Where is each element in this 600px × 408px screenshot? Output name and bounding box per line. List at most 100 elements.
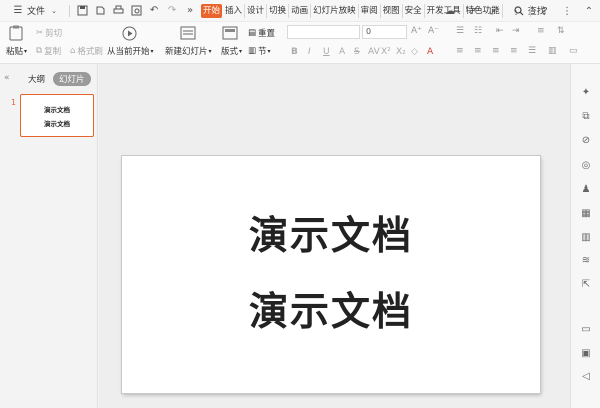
play-icon[interactable]	[121, 25, 137, 41]
tab-4[interactable]: 动画	[289, 3, 312, 18]
outdent-icon[interactable]: ⇤	[496, 26, 504, 36]
more-chevron-icon[interactable]: »	[184, 5, 196, 17]
tab-2[interactable]: 设计	[245, 3, 268, 18]
cut-label: 剪切	[45, 29, 63, 39]
file-menu-label: 文件	[27, 7, 46, 17]
tab-5[interactable]: 幻灯片放映	[311, 3, 359, 18]
layout-label: 版式	[221, 47, 239, 57]
indent-icon[interactable]: ⇥	[512, 26, 520, 36]
layout-button[interactable]: 版式 ▾	[221, 45, 242, 57]
tab-6[interactable]: 审阅	[359, 3, 381, 18]
tab-7[interactable]: 视图	[381, 3, 403, 18]
copy-icon[interactable]: ⧉	[580, 110, 592, 122]
slide-text-line-1[interactable]: 演示文档	[249, 214, 413, 259]
cut-button[interactable]: ✂ 剪切	[36, 27, 62, 39]
text-direction-icon[interactable]: ⇅	[557, 26, 565, 36]
numbered-list-icon[interactable]: ☷	[474, 26, 482, 36]
tab-slides[interactable]: 幻灯片	[53, 72, 91, 86]
print-icon[interactable]	[112, 5, 124, 17]
format-painter-button[interactable]: ⌂ 格式刷	[70, 45, 103, 57]
copy-button[interactable]: ⧉ 复制	[36, 45, 61, 57]
underline-icon[interactable]: U	[323, 47, 330, 57]
slide-text-line-2[interactable]: 演示文档	[249, 290, 413, 335]
cloud-icon[interactable]: ☁	[444, 5, 456, 17]
font-family-select[interactable]	[287, 25, 360, 39]
section-button[interactable]: ▥ 节 ▾	[248, 45, 271, 57]
tab-1[interactable]: 插入	[223, 3, 246, 18]
share-icon[interactable]: ⇗	[466, 5, 478, 17]
font-color-icon[interactable]: A	[427, 47, 433, 57]
bullet-list-icon[interactable]: ☰	[456, 26, 464, 36]
clear-format-icon[interactable]: ◇	[411, 47, 418, 57]
reset-label: 重置	[258, 29, 276, 39]
chevron-down-icon: ▾	[208, 47, 212, 55]
image-icon[interactable]: ▣	[580, 347, 592, 359]
stamp-icon[interactable]: ♟	[580, 183, 592, 195]
expand-icon[interactable]: ⤢	[488, 5, 500, 17]
strikethrough-icon[interactable]: S	[354, 47, 360, 57]
archive-icon[interactable]: ▭	[580, 323, 592, 335]
export-icon[interactable]	[94, 5, 106, 17]
collapse-panel-icon[interactable]: «	[4, 73, 10, 83]
grid-icon[interactable]: ▦	[580, 207, 592, 219]
new-slide-icon[interactable]	[180, 25, 196, 41]
thumbnail-line-1: 演示文档	[44, 105, 70, 114]
chevron-down-icon: ▾	[267, 47, 271, 55]
file-menu[interactable]: ☰ 文件 ⌄	[6, 3, 66, 19]
superscript-icon[interactable]: X²	[381, 47, 391, 57]
font-size-select[interactable]: 0	[362, 25, 407, 39]
tab-0[interactable]: 开始	[201, 3, 223, 18]
redo-icon[interactable]: ↷	[166, 5, 178, 17]
brush-icon: ⌂	[70, 46, 76, 56]
new-slide-button[interactable]: 新建幻灯片 ▾	[165, 45, 212, 57]
chevron-down-icon: ▾	[239, 47, 243, 55]
save-icon[interactable]	[76, 5, 88, 17]
align-center-icon[interactable]: ≡	[474, 46, 482, 56]
menu-bar: ☰ 文件 ⌄ ↶ ↷ » 开始 插入 设计 切换 动画 幻灯片放映 审阅 视图 安全 开发工具 特色…	[0, 0, 600, 22]
align-right-icon[interactable]: ≡	[492, 46, 500, 56]
bold-icon[interactable]: B	[291, 47, 298, 57]
preview-icon[interactable]	[130, 5, 142, 17]
subscript-icon[interactable]: X₂	[396, 47, 406, 57]
shadow-icon[interactable]: A	[339, 47, 345, 57]
from-current-button[interactable]: 从当前开始 ▾	[107, 45, 154, 57]
location-icon[interactable]: ◎	[580, 159, 592, 171]
char-spacing-icon[interactable]: AV	[368, 47, 380, 57]
share-icon[interactable]: ⇱	[580, 278, 592, 290]
line-spacing-icon[interactable]: ≡	[537, 26, 545, 36]
tab-8[interactable]: 安全	[403, 3, 425, 18]
link-icon[interactable]: ⊘	[580, 134, 592, 146]
magic-icon[interactable]: ✦	[580, 86, 592, 98]
layout-icon[interactable]	[222, 25, 238, 41]
text-box-icon[interactable]: ▭	[569, 46, 578, 56]
align-left-icon[interactable]: ≡	[456, 46, 464, 56]
format-painter-label: 格式刷	[77, 47, 103, 57]
speaker-icon[interactable]: ◁	[580, 370, 592, 382]
more-options-icon[interactable]: ⋮	[561, 5, 573, 17]
vertical-scrollbar[interactable]	[590, 64, 600, 84]
chevron-down-icon: ▾	[24, 47, 28, 55]
increase-font-icon[interactable]: A⁺	[411, 26, 422, 36]
collapse-ribbon-icon[interactable]: ⌃	[583, 5, 595, 17]
paste-icon[interactable]	[8, 25, 24, 41]
tab-outline[interactable]: 大纲	[28, 73, 45, 85]
decrease-font-icon[interactable]: A⁻	[428, 26, 439, 36]
divider	[69, 4, 71, 17]
current-slide[interactable]: 演示文档 演示文档	[122, 156, 540, 393]
distribute-icon[interactable]: ☰	[528, 46, 536, 56]
tab-3[interactable]: 切换	[267, 3, 290, 18]
copy-icon: ⧉	[36, 46, 43, 56]
paste-button[interactable]: 粘贴 ▾	[6, 45, 27, 57]
settings-icon[interactable]: ≋	[580, 254, 592, 266]
undo-icon[interactable]: ↶	[148, 5, 160, 17]
slide-thumbnail[interactable]: 演示文档 演示文档	[20, 94, 94, 137]
chart-icon[interactable]: ▥	[580, 231, 592, 243]
italic-icon[interactable]: I	[308, 47, 311, 57]
reset-button[interactable]: ▤ 重置	[248, 27, 275, 39]
help-icon[interactable]: ?	[539, 5, 551, 17]
divider	[530, 5, 531, 17]
more-icon[interactable]: ⋮	[510, 5, 522, 17]
paste-label: 粘贴	[6, 47, 24, 57]
columns-icon[interactable]: ▥	[548, 46, 557, 56]
justify-icon[interactable]: ≡	[510, 46, 518, 56]
